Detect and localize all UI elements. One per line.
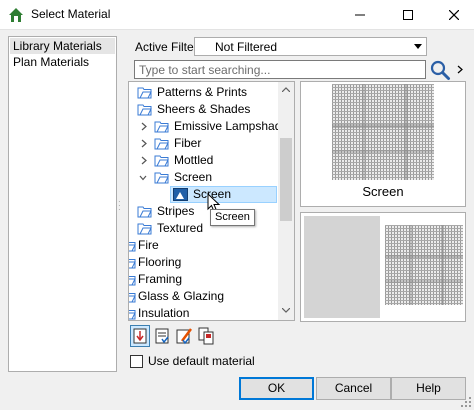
library-item-library-materials[interactable]: Library Materials <box>10 38 115 54</box>
tree-row-label: Fire <box>138 238 159 252</box>
screen-texture-thumbnail <box>385 225 463 305</box>
tree-row-label: Textured <box>157 221 204 235</box>
panel-splitter[interactable]: · · · <box>118 198 122 214</box>
active-filter-dropdown[interactable]: Not Filtered <box>194 37 427 56</box>
folder-icon <box>137 87 152 99</box>
tree-row[interactable]: Patterns & Prints <box>129 84 278 101</box>
tree-row-label: Emissive Lampshade <box>174 119 289 133</box>
tree-tooltip: Screen <box>210 209 255 226</box>
tree-row-label: Fiber <box>174 136 202 150</box>
close-icon <box>449 10 459 20</box>
folder-icon <box>129 293 136 303</box>
edit-material-button[interactable] <box>174 325 194 347</box>
help-button[interactable]: Help <box>391 377 466 400</box>
dropdown-arrow-icon <box>414 44 422 49</box>
sort-library-button[interactable] <box>130 325 150 347</box>
folder-icon <box>137 206 152 218</box>
tree-row-label: Glass & Glazing <box>138 289 225 303</box>
folder-icon <box>129 276 136 286</box>
tree-row[interactable]: Insulation <box>129 305 278 320</box>
folder-icon <box>137 223 152 235</box>
tree-row[interactable]: Screen <box>129 169 278 186</box>
tree-row[interactable]: Sheers & Shades <box>129 101 278 118</box>
window-title: Select Material <box>31 7 111 21</box>
tree-row[interactable]: Flooring <box>129 254 278 271</box>
preview-caption: Screen <box>362 184 404 199</box>
search-input[interactable] <box>134 60 426 79</box>
chevron-right-icon <box>457 65 463 73</box>
resize-grip-icon[interactable] <box>460 396 472 408</box>
search-options-button[interactable] <box>453 60 467 78</box>
folder-icon <box>154 121 169 133</box>
material-icon <box>173 188 188 201</box>
cancel-button[interactable]: Cancel <box>316 377 391 400</box>
tree-row[interactable]: Stripes <box>129 203 278 220</box>
minimize-button[interactable] <box>338 0 382 30</box>
tree-row[interactable]: Framing <box>129 271 278 288</box>
tree-row-label: Patterns & Prints <box>157 85 248 99</box>
tree-row[interactable]: Glass & Glazing <box>129 288 278 305</box>
tree-row[interactable]: Fiber <box>129 135 278 152</box>
tree-row-label: Stripes <box>157 204 195 218</box>
chevron-right-icon[interactable] <box>139 154 149 167</box>
scrollbar-thumb[interactable] <box>280 138 292 221</box>
maximize-icon <box>403 10 413 20</box>
chevron-down-icon[interactable] <box>138 171 148 184</box>
chevron-right-icon[interactable] <box>139 120 149 133</box>
add-to-library-button[interactable] <box>196 325 216 347</box>
material-preview: Screen <box>300 81 466 207</box>
folder-icon <box>129 259 136 269</box>
tree-row-selected[interactable]: Screen <box>129 186 278 203</box>
folder-icon <box>137 104 152 116</box>
show-list-icon <box>155 328 169 344</box>
material-swatch-preview <box>300 212 466 322</box>
edit-material-icon <box>176 328 192 345</box>
close-button[interactable] <box>432 0 474 30</box>
folder-icon <box>154 172 169 184</box>
tree-scrollbar[interactable] <box>278 82 294 320</box>
solid-color-swatch <box>304 216 380 318</box>
search-icon <box>430 60 450 80</box>
tree-row-label: Framing <box>138 272 183 286</box>
library-item-plan-materials[interactable]: Plan Materials <box>10 54 115 70</box>
folder-icon <box>154 155 169 167</box>
tree-row[interactable]: Fire <box>129 237 278 254</box>
maximize-button[interactable] <box>386 0 430 30</box>
sort-library-icon <box>133 328 147 344</box>
show-list-button[interactable] <box>152 325 172 347</box>
ok-button[interactable]: OK <box>239 377 314 400</box>
tree-row-label: Insulation <box>138 306 190 320</box>
tree-row-label: Flooring <box>138 255 182 269</box>
tree-row[interactable]: Emissive Lampshade <box>129 118 288 135</box>
folder-icon <box>129 310 136 320</box>
chief-architect-icon <box>9 8 23 22</box>
use-default-material-checkbox[interactable] <box>130 355 143 368</box>
minimize-icon <box>355 14 365 16</box>
title-bar: Select Material <box>0 0 474 30</box>
use-default-material-label[interactable]: Use default material <box>148 354 255 368</box>
add-to-library-icon <box>198 327 214 345</box>
tree-row[interactable]: Textured <box>129 220 278 237</box>
tree-row[interactable]: Mottled <box>129 152 278 169</box>
screen-texture-swatch <box>332 84 434 180</box>
folder-icon <box>129 242 136 252</box>
tree-row-label: Screen <box>174 170 213 184</box>
chevron-right-icon[interactable] <box>139 137 149 150</box>
tree-row-label: Mottled <box>174 153 214 167</box>
scroll-down-icon[interactable] <box>282 308 290 313</box>
search-button[interactable] <box>429 59 451 81</box>
active-filter-label: Active Filter: <box>135 40 202 54</box>
scroll-up-icon[interactable] <box>282 87 290 92</box>
tree-row-label: Sheers & Shades <box>157 102 251 116</box>
folder-icon <box>154 138 169 150</box>
active-filter-value: Not Filtered <box>215 40 278 54</box>
library-list: Library Materials Plan Materials <box>8 36 117 372</box>
